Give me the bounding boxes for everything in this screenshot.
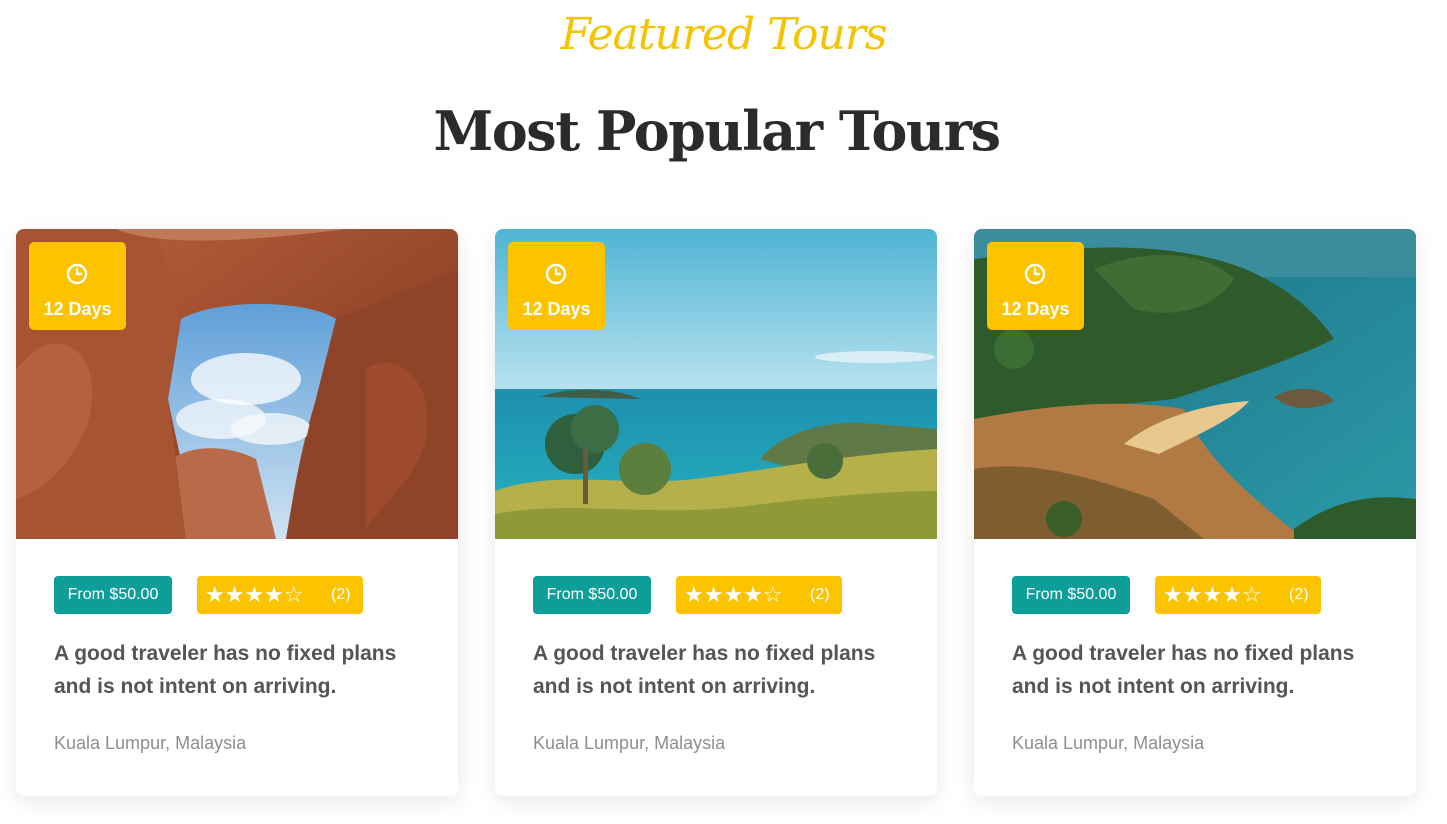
rating-badge: ★★★★☆ (2) [197,576,363,614]
duration-badge: 12 Days [29,242,126,330]
tour-title[interactable]: A good traveler has no fixed plans and i… [1012,637,1392,703]
duration-label: 12 Days [43,299,112,319]
review-count: (2) [810,586,830,603]
clock-icon [1024,263,1046,285]
price-badge: From $50.00 [533,576,651,614]
star-rating-icon: ★★★★☆ [205,582,304,607]
tour-location: Kuala Lumpur, Malaysia [54,733,247,753]
clock-icon [66,263,88,285]
tour-title[interactable]: A good traveler has no fixed plans and i… [533,637,913,703]
section-heading: Most Popular Tours [433,99,1002,163]
review-count: (2) [1289,586,1309,603]
price-badge: From $50.00 [1012,576,1130,614]
star-rating-icon: ★★★★☆ [1163,582,1262,607]
tour-card[interactable]: 12 Days From $50.00 ★★★★☆ (2) A good tra… [16,229,458,796]
duration-badge: 12 Days [508,242,605,330]
tour-title[interactable]: A good traveler has no fixed plans and i… [54,637,434,703]
tour-location: Kuala Lumpur, Malaysia [533,733,726,753]
tour-card[interactable]: 12 Days From $50.00 ★★★★☆ (2) A good tra… [495,229,937,796]
tour-location: Kuala Lumpur, Malaysia [1012,733,1205,753]
tour-card[interactable]: 12 Days From $50.00 ★★★★☆ (2) A good tra… [974,229,1416,796]
section-eyebrow: Featured Tours [560,9,887,60]
duration-badge: 12 Days [987,242,1084,330]
review-count: (2) [331,586,351,603]
star-rating-icon: ★★★★☆ [684,582,783,607]
clock-icon [545,263,567,285]
duration-label: 12 Days [1001,299,1070,319]
rating-badge: ★★★★☆ (2) [1155,576,1321,614]
duration-label: 12 Days [522,299,591,319]
price-badge: From $50.00 [54,576,172,614]
rating-badge: ★★★★☆ (2) [676,576,842,614]
